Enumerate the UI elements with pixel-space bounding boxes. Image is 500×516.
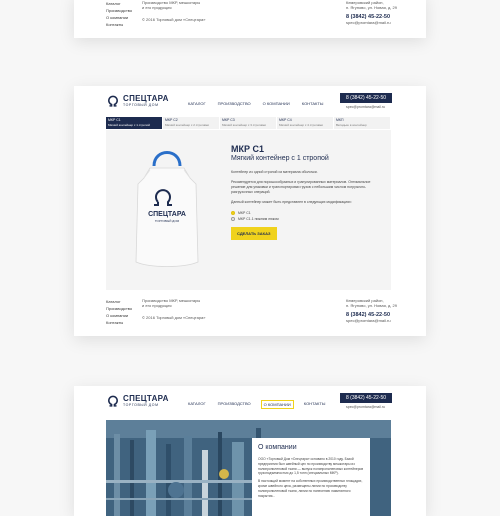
footer-links: Каталог Производство О компании Контакты bbox=[106, 298, 132, 326]
nav-catalog[interactable]: КАТАЛОГ bbox=[186, 400, 208, 409]
nav-production[interactable]: ПРОИЗВОДСТВО bbox=[216, 400, 253, 409]
about-text-2: В настоящий момент на собственных произв… bbox=[258, 479, 363, 498]
omega-logo-icon bbox=[108, 95, 118, 107]
footer-copyright: © 2016 Торговый дом «Спецтара» bbox=[142, 314, 206, 320]
bag-brand: СПЕЦТАРА bbox=[148, 211, 186, 218]
product-subtitle: Мягкий контейнер с 1 стропой bbox=[231, 155, 329, 162]
radio-icon bbox=[231, 217, 235, 221]
product-tabs: МКР С1 Мягкий контейнер с 1 стропой МКР … bbox=[106, 117, 391, 129]
omega-logo-icon bbox=[108, 395, 118, 407]
header-email[interactable]: spec@promtara@mail.ru bbox=[346, 105, 385, 109]
header-email[interactable]: spec@promtara@mail.ru bbox=[346, 405, 385, 409]
about-page-preview: СПЕЦТАРА ТОРГОВЫЙ ДОМ КАТАЛОГ ПРОИЗВОДСТ… bbox=[74, 386, 426, 516]
footer-contacts: Кемеровский район, п. Ягуново, ул. Новая… bbox=[346, 0, 422, 25]
header-phone[interactable]: 8 (3842) 45-22-50 bbox=[340, 393, 392, 403]
about-card: О компании ООО «Торговый Дом «Спецтара» … bbox=[252, 438, 370, 516]
footer-link-production[interactable]: Производство bbox=[106, 305, 132, 312]
nav-production[interactable]: ПРОИЗВОДСТВО bbox=[216, 100, 253, 107]
tab-mkp[interactable]: МКП Вкладыш в контейнер bbox=[334, 117, 391, 129]
bag-subtitle: ТОРГОВЫЙ ДОМ bbox=[155, 219, 180, 223]
logo[interactable]: СПЕЦТАРА ТОРГОВЫЙ ДОМ bbox=[106, 94, 169, 108]
footer-links: Каталог Производство О компании Контакты bbox=[106, 0, 132, 28]
tab-mkr-c4[interactable]: МКР С4 Мягкий контейнер с 4 стропами bbox=[277, 117, 334, 129]
main-nav: КАТАЛОГ ПРОИЗВОДСТВО О КОМПАНИИ КОНТАКТЫ bbox=[186, 400, 327, 409]
footer-copyright: © 2016 Торговый дом «Спецтара» bbox=[142, 16, 206, 22]
product-title: МКР С1 bbox=[231, 144, 264, 154]
footer-link-about[interactable]: О компании bbox=[106, 14, 132, 21]
footer-link-contacts[interactable]: Контакты bbox=[106, 21, 132, 28]
order-button[interactable]: СДЕЛАТЬ ЗАКАЗ bbox=[231, 227, 277, 240]
option-label: МКР С1.1 нижним люком bbox=[238, 217, 279, 221]
footer-link-about[interactable]: О компании bbox=[106, 312, 132, 319]
footer-about: Производство МКР, мешкотары и его продук… bbox=[142, 298, 222, 320]
tab-desc: Мягкий контейнер с 3 стропами bbox=[222, 122, 266, 127]
tab-mkr-c1[interactable]: МКР С1 Мягкий контейнер с 1 стропой bbox=[106, 117, 163, 129]
nav-about[interactable]: О КОМПАНИИ bbox=[260, 400, 294, 409]
tab-mkr-c2[interactable]: МКР С2 Мягкий контейнер с 2 стропами bbox=[163, 117, 220, 129]
footer-about: Производство МКР, мешкотары и его продук… bbox=[142, 0, 222, 22]
about-text-1: ООО «Торговый Дом «Спецтара» основано в … bbox=[258, 457, 364, 476]
nav-catalog[interactable]: КАТАЛОГ bbox=[186, 100, 208, 107]
product-desc-1: Контейнер из одной стропой из материала … bbox=[231, 170, 318, 174]
site-header: СПЕЦТАРА ТОРГОВЫЙ ДОМ КАТАЛОГ ПРОИЗВОДСТ… bbox=[74, 86, 426, 116]
footer-contacts: Кемеровский район, п. Ягуново, ул. Новая… bbox=[346, 298, 422, 323]
nav-contacts[interactable]: КОНТАКТЫ bbox=[302, 400, 328, 409]
tab-desc: Мягкий контейнер с 4 стропами bbox=[279, 122, 323, 127]
radio-selected-icon bbox=[231, 211, 235, 215]
footer-about-line2: и его продукция bbox=[142, 5, 172, 11]
bulk-bag-image: СПЕЦТАРА ТОРГОВЫЙ ДОМ bbox=[135, 151, 199, 267]
product-info: МКР С1 Мягкий контейнер с 1 стропой Конт… bbox=[231, 144, 381, 240]
footer-email[interactable]: spec@promtara@mail.ru bbox=[346, 20, 422, 25]
tab-mkr-c3[interactable]: МКР С3 Мягкий контейнер с 3 стропами bbox=[220, 117, 277, 129]
footer-email[interactable]: spec@promtara@mail.ru bbox=[346, 318, 422, 323]
logo-name: СПЕЦТАРА bbox=[123, 393, 169, 403]
footer-about-line2: и его продукция bbox=[142, 303, 172, 309]
main-nav: КАТАЛОГ ПРОИЗВОДСТВО О КОМПАНИИ КОНТАКТЫ bbox=[186, 100, 325, 107]
option-mkr-c1-1[interactable]: МКР С1.1 нижним люком bbox=[231, 216, 381, 222]
footer-address-line2: п. Ягуново, ул. Новая, д. 29 bbox=[346, 5, 397, 11]
site-header: СПЕЦТАРА ТОРГОВЫЙ ДОМ КАТАЛОГ ПРОИЗВОДСТ… bbox=[74, 386, 426, 416]
logo-subtitle: ТОРГОВЫЙ ДОМ bbox=[123, 102, 159, 107]
tab-desc: Мягкий контейнер с 2 стропами bbox=[165, 122, 209, 127]
tab-desc: Вкладыш в контейнер bbox=[336, 122, 367, 127]
footer-link-production[interactable]: Производство bbox=[106, 7, 132, 14]
product-page-preview: СПЕЦТАРА ТОРГОВЫЙ ДОМ КАТАЛОГ ПРОИЗВОДСТ… bbox=[74, 86, 426, 336]
logo[interactable]: СПЕЦТАРА ТОРГОВЫЙ ДОМ bbox=[106, 394, 169, 408]
page-preview-top: Каталог Производство О компании Контакты… bbox=[74, 0, 426, 38]
header-phone[interactable]: 8 (3842) 45-22-50 bbox=[340, 93, 392, 103]
footer-link-contacts[interactable]: Контакты bbox=[106, 319, 132, 326]
about-title: О компании bbox=[258, 444, 297, 451]
footer-link-catalog[interactable]: Каталог bbox=[106, 298, 132, 305]
nav-contacts[interactable]: КОНТАКТЫ bbox=[300, 100, 326, 107]
footer-address-line2: п. Ягуново, ул. Новая, д. 29 bbox=[346, 303, 397, 309]
footer-link-catalog[interactable]: Каталог bbox=[106, 0, 132, 7]
nav-about[interactable]: О КОМПАНИИ bbox=[261, 100, 292, 107]
logo-subtitle: ТОРГОВЫЙ ДОМ bbox=[123, 402, 159, 407]
logo-name: СПЕЦТАРА bbox=[123, 93, 169, 103]
tab-desc: Мягкий контейнер с 1 стропой bbox=[108, 122, 150, 127]
product-desc-2: Рекомендуется для порошкообразных и гран… bbox=[231, 180, 371, 194]
product-desc-3: Данный контейнер может быть представлен … bbox=[231, 200, 352, 204]
